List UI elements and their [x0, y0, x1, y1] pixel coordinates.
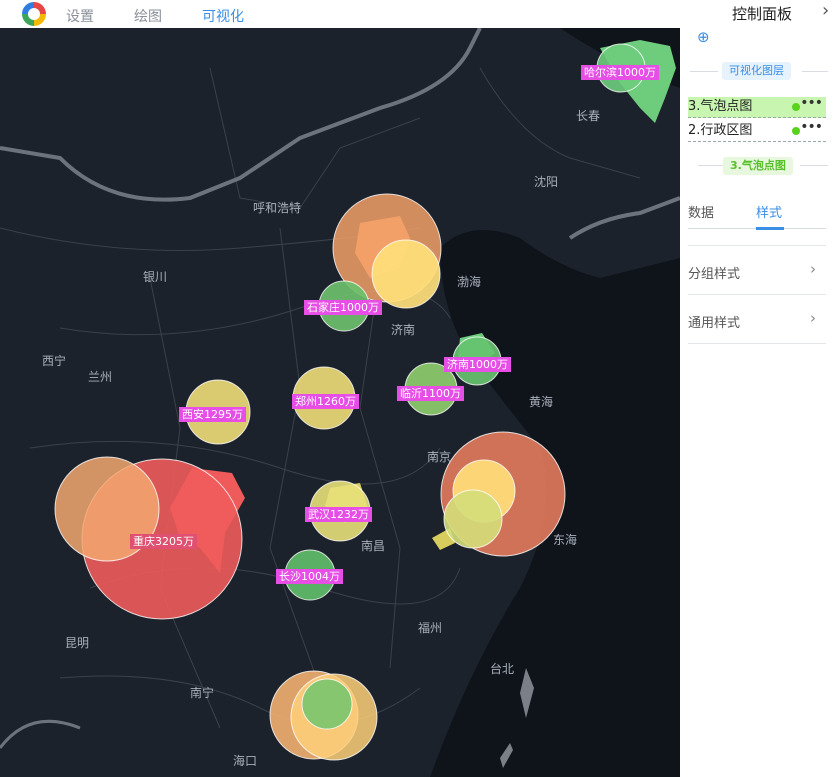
- bubble-label-shijiazhuang[interactable]: 石家庄1000万: [304, 300, 382, 315]
- layer-label: 2.行政区图: [688, 123, 753, 138]
- visibility-dot-icon[interactable]: [792, 127, 800, 135]
- city-label: 济南: [391, 323, 416, 337]
- city-label: 南宁: [190, 686, 215, 700]
- section-common-style[interactable]: 通用样式 ›: [688, 294, 826, 344]
- map-canvas[interactable]: 长春 沈阳 呼和浩特 银川 西宁 兰州 济南 渤海 黄海 南京 东海 南昌 福州…: [0, 28, 680, 777]
- visibility-dot-icon[interactable]: [792, 103, 800, 111]
- nav-settings[interactable]: 设置: [66, 6, 94, 26]
- chevron-right-icon: ›: [810, 260, 816, 278]
- divider: [690, 71, 718, 72]
- city-label: 银川: [143, 270, 168, 284]
- chevron-right-icon: ›: [810, 309, 816, 327]
- bubble-label-harbin[interactable]: 哈尔滨1000万: [581, 65, 659, 80]
- tab-active-indicator: [756, 227, 784, 230]
- city-label: 兰州: [88, 370, 113, 384]
- current-layer-badge: 3.气泡点图: [723, 157, 793, 175]
- city-label: 台北: [490, 662, 515, 676]
- panel-title: 控制面板: [732, 5, 793, 23]
- layer-item-admin-region[interactable]: 2.行政区图 •••: [688, 119, 826, 142]
- city-label: 海口: [233, 754, 258, 768]
- bubble-label-chongqing[interactable]: 重庆3205万: [130, 534, 197, 549]
- more-options-icon[interactable]: •••: [800, 93, 823, 113]
- more-options-icon[interactable]: •••: [800, 117, 823, 137]
- city-label: 长春: [576, 109, 601, 123]
- divider: [698, 165, 726, 166]
- collapse-panel-icon[interactable]: ›: [822, 0, 829, 21]
- city-label: 福州: [418, 621, 443, 635]
- bubble-label-changsha[interactable]: 长沙1004万: [276, 569, 343, 584]
- app-logo-icon: [22, 2, 46, 26]
- city-label: 黄海: [529, 395, 554, 409]
- divider: [802, 71, 828, 72]
- bubble-label-jinan[interactable]: 济南1000万: [444, 357, 511, 372]
- tab-style[interactable]: 样式: [756, 202, 782, 221]
- add-layer-icon[interactable]: ⊕: [697, 28, 710, 46]
- section-label: 通用样式: [688, 316, 741, 331]
- divider: [800, 165, 828, 166]
- city-label: 东海: [553, 533, 578, 547]
- nav-visualize[interactable]: 可视化: [202, 6, 244, 26]
- layer-label: 3.气泡点图: [688, 99, 753, 114]
- control-panel: 控制面板 › ⊕ 可视化图层 3.气泡点图 ••• 2.行政区图 ••• 3.气…: [680, 0, 840, 777]
- bubble-label-xian[interactable]: 西安1295万: [179, 407, 246, 422]
- city-label: 渤海: [457, 275, 482, 289]
- bubble-label-linyi[interactable]: 临沂1100万: [397, 386, 464, 401]
- top-bar: 设置 绘图 可视化: [0, 0, 680, 28]
- layers-heading: 可视化图层: [722, 62, 791, 80]
- city-label: 昆明: [65, 636, 90, 650]
- tab-data[interactable]: 数据: [688, 202, 714, 221]
- bubble-label-wuhan[interactable]: 武汉1232万: [305, 507, 372, 522]
- city-label: 呼和浩特: [253, 201, 302, 215]
- city-label: 西宁: [42, 354, 67, 368]
- city-label: 南京: [427, 450, 452, 464]
- section-group-style[interactable]: 分组样式 ›: [688, 245, 826, 294]
- city-label: 沈阳: [534, 175, 559, 189]
- layer-item-bubble[interactable]: 3.气泡点图 •••: [688, 95, 826, 118]
- bubble-label-zhengzhou[interactable]: 郑州1260万: [292, 394, 359, 409]
- section-label: 分组样式: [688, 267, 741, 282]
- city-label: 南昌: [361, 539, 386, 553]
- nav-draw[interactable]: 绘图: [134, 6, 162, 26]
